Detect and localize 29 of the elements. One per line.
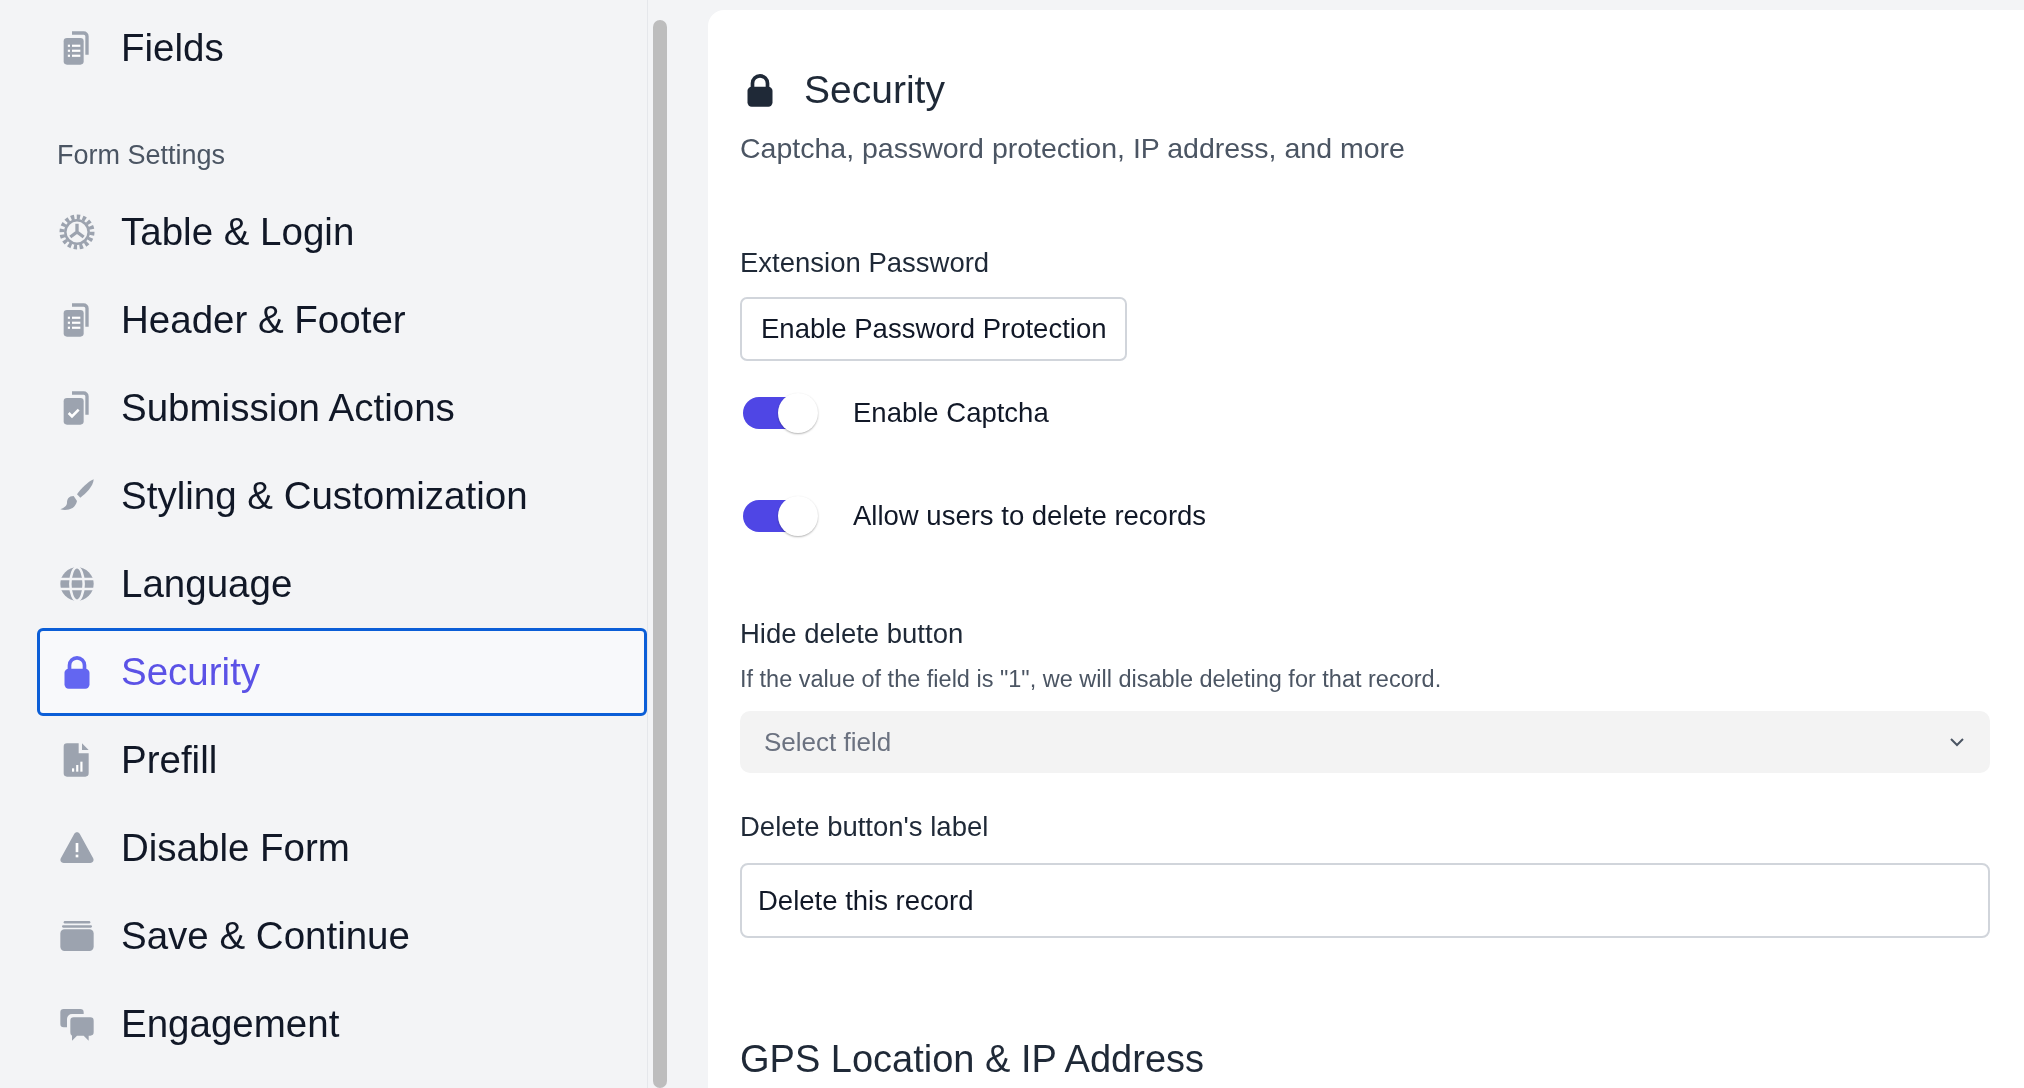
field-label: Delete button's label bbox=[740, 811, 990, 843]
toggle-label: Allow users to delete records bbox=[853, 500, 1207, 532]
sidebar-item[interactable]: Fields bbox=[37, 4, 647, 92]
sidebar-item[interactable]: Header & Footer bbox=[37, 276, 647, 364]
sidebar-item[interactable]: Language bbox=[37, 540, 647, 628]
sidebar-item[interactable]: Submission Actions bbox=[37, 364, 647, 452]
sidebar-item[interactable]: Security bbox=[37, 628, 647, 716]
sidebar-item[interactable]: Prefill bbox=[37, 716, 647, 804]
sidebar-item[interactable]: Engagement bbox=[37, 980, 647, 1068]
sidebar-item[interactable]: Save & Continue bbox=[37, 892, 647, 980]
sidebar-item[interactable]: Table & Login bbox=[37, 188, 647, 276]
section-title: Form Settings bbox=[56, 139, 227, 172]
section-heading: GPS Location & IP Address bbox=[740, 1038, 1205, 1081]
sidebar-item[interactable]: Disable Form bbox=[37, 804, 647, 892]
field-label: Extension Password bbox=[740, 247, 991, 279]
field-label: Hide delete button bbox=[740, 618, 965, 650]
chevron-down-icon bbox=[1948, 736, 1966, 748]
toggle-label: Enable Captcha bbox=[853, 397, 1049, 429]
select-field[interactable]: Select field bbox=[740, 711, 1990, 773]
password-protection-button[interactable]: Enable Password Protection bbox=[740, 297, 1128, 361]
globe-icon bbox=[57, 564, 97, 604]
help-text: If the value of the field is "1", we will disable deleting for that record. bbox=[740, 666, 1443, 693]
panel-subtitle: Captcha, password protection, IP address, and more bbox=[740, 132, 1406, 165]
sidebar-item[interactable]: Styling & Customization bbox=[37, 452, 647, 540]
panel-title: Security bbox=[804, 68, 945, 112]
input-field[interactable]: Delete this record bbox=[740, 863, 1990, 938]
gear-icon bbox=[57, 212, 97, 252]
scrollbar-thumb[interactable] bbox=[653, 20, 667, 1088]
placeholder-text: Select field bbox=[764, 726, 892, 758]
